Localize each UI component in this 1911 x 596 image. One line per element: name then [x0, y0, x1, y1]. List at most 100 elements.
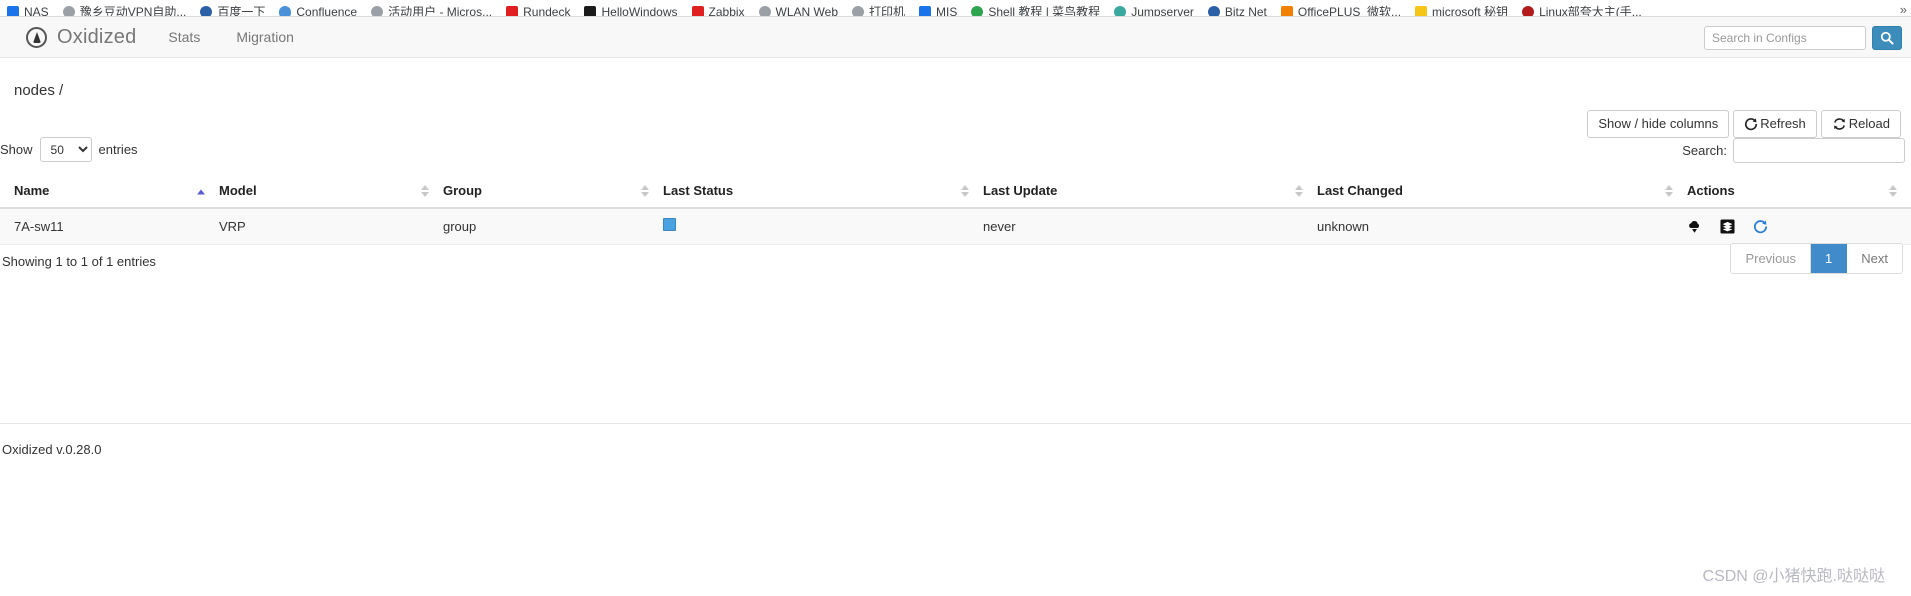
column-header-group[interactable]: Group — [443, 175, 663, 209]
navbar-search — [1704, 26, 1902, 50]
sort-icon — [421, 185, 429, 197]
bookmark-item[interactable]: Zabbix — [685, 0, 752, 16]
table-row[interactable]: 7A-sw11 VRP group never unknown — [0, 208, 1911, 245]
sort-icon — [1295, 185, 1303, 197]
table-filter-input[interactable] — [1733, 138, 1905, 163]
sort-icon — [1665, 185, 1673, 197]
cell-last-update: never — [983, 208, 1317, 245]
bookmark-item[interactable]: Jumpserver — [1107, 0, 1201, 16]
column-header-label: Last Update — [983, 183, 1058, 198]
navy-circle-icon — [1207, 5, 1220, 16]
status-badge — [663, 218, 676, 231]
cell-name: 7A-sw11 — [0, 208, 219, 245]
reload-icon — [1833, 118, 1845, 130]
nav-link-stats[interactable]: Stats — [168, 29, 200, 45]
bookmark-item[interactable]: 打印机 — [845, 0, 912, 16]
grey-circle-icon — [371, 5, 384, 16]
pagination-next[interactable]: Next — [1847, 244, 1902, 273]
bookmark-item[interactable]: OfficePLUS_微软... — [1274, 0, 1408, 16]
app-navbar: Oxidized Stats Migration — [0, 17, 1911, 58]
bookmark-item[interactable]: microsoft 秘钥 — [1408, 0, 1515, 16]
bookmark-label: Bitz Net — [1224, 4, 1267, 17]
bookmark-item[interactable]: 百度一下 — [193, 0, 272, 16]
bookmark-label: WLAN Web — [775, 4, 839, 17]
bookmark-label: Jumpserver — [1131, 4, 1194, 17]
cell-actions — [1687, 208, 1911, 245]
bookmark-item[interactable]: MIS — [912, 0, 964, 16]
column-header-last-changed[interactable]: Last Changed — [1317, 175, 1687, 209]
length-menu-suffix: entries — [98, 142, 138, 157]
watermark: CSDN @小猪快跑.哒哒哒 — [1702, 568, 1885, 585]
column-header-model[interactable]: Model — [219, 175, 443, 209]
column-header-label: Actions — [1687, 183, 1735, 198]
reload-button-label: Reload — [1848, 116, 1890, 131]
pagination-page-1[interactable]: 1 — [1811, 244, 1848, 273]
sort-icon — [641, 185, 649, 197]
bookmark-label: OfficePLUS_微软... — [1297, 4, 1402, 17]
pagination-previous[interactable]: Previous — [1731, 244, 1812, 273]
length-menu-select[interactable]: 50 — [39, 137, 92, 162]
grey-circle-icon — [852, 5, 865, 16]
bookmark-item[interactable]: 活动用户 - Micros... — [364, 0, 499, 16]
green-circle-icon — [971, 5, 984, 16]
column-header-label: Last Changed — [1317, 183, 1403, 198]
bookmark-label: 百度一下 — [217, 4, 266, 17]
cloud-download-icon[interactable] — [1687, 219, 1702, 234]
bookmark-label: microsoft 秘钥 — [1432, 4, 1509, 17]
red-square-icon — [506, 5, 519, 16]
bookmark-label: MIS — [936, 4, 958, 17]
teal-circle-icon — [1114, 5, 1127, 16]
bookmark-item[interactable]: Rundeck — [499, 0, 577, 16]
bookmark-label: Zabbix — [708, 4, 745, 17]
navy-circle-icon — [200, 5, 213, 16]
bookmark-item[interactable]: Shell 教程 | 菜鸟教程 — [964, 0, 1107, 16]
refresh-icon[interactable] — [1753, 219, 1768, 234]
bookmark-item[interactable]: 豫乡豆动VPN自助... — [56, 0, 194, 16]
bookmark-label: Rundeck — [523, 4, 571, 17]
bookmark-item[interactable]: Confluence — [272, 0, 364, 16]
cell-last-changed: unknown — [1317, 208, 1687, 245]
column-header-label: Last Status — [663, 183, 734, 198]
sort-ascending-icon — [197, 189, 205, 195]
show-hide-columns-button[interactable]: Show / hide columns — [1587, 110, 1730, 138]
bookmark-item[interactable]: Linux部夸大主(手... — [1515, 0, 1649, 16]
bookmark-label: 活动用户 - Micros... — [388, 4, 493, 17]
cell-model: VRP — [219, 208, 443, 245]
reload-button[interactable]: Reload — [1820, 110, 1901, 138]
bookmark-overflow-icon[interactable]: » — [1900, 2, 1907, 16]
oxidized-logo-icon — [26, 26, 47, 48]
bookmark-label: Shell 教程 | 菜鸟教程 — [988, 4, 1101, 17]
search-input[interactable] — [1704, 26, 1866, 50]
column-header-last-status[interactable]: Last Status — [663, 175, 983, 209]
column-header-label: Group — [443, 183, 482, 198]
column-header-actions[interactable]: Actions — [1687, 175, 1911, 209]
search-button[interactable] — [1872, 26, 1902, 50]
column-header-label: Model — [219, 183, 257, 198]
cell-group: group — [443, 208, 663, 245]
bookmark-label: 打印机 — [869, 4, 906, 17]
database-icon[interactable] — [1720, 218, 1735, 234]
black-square-icon — [584, 5, 597, 16]
bookmark-item[interactable]: Bitz Net — [1201, 0, 1274, 16]
red-square-icon — [691, 5, 704, 16]
page-body: nodes / Show / hide columns Refresh Relo… — [0, 58, 1911, 457]
bookmark-item[interactable]: HelloWindows — [577, 0, 684, 16]
bookmark-item[interactable]: NAS — [0, 0, 56, 16]
column-header-name[interactable]: Name — [0, 175, 219, 209]
browser-bookmark-bar: NAS 豫乡豆动VPN自助... 百度一下 Confluence 活动用户 - … — [0, 0, 1911, 17]
pagination: Previous 1 Next — [1730, 243, 1903, 274]
column-header-last-update[interactable]: Last Update — [983, 175, 1317, 209]
grey-circle-icon — [62, 5, 75, 16]
brand[interactable]: Oxidized — [26, 26, 136, 49]
table-toolbar: Show / hide columns Refresh Reload — [1587, 110, 1901, 138]
bookmark-item[interactable]: WLAN Web — [752, 0, 845, 16]
refresh-button[interactable]: Refresh — [1733, 110, 1817, 138]
sky-cloud-icon — [279, 5, 292, 16]
grey-circle-icon — [758, 5, 771, 16]
table-header-row: Name Model Group Last Status Last Update — [0, 175, 1911, 209]
blue-square-icon — [919, 5, 932, 16]
length-menu-prefix: Show — [0, 142, 33, 157]
bookmark-label: Confluence — [296, 4, 358, 17]
bookmark-label: 豫乡豆动VPN自助... — [79, 4, 187, 17]
nav-link-migration[interactable]: Migration — [236, 29, 294, 45]
